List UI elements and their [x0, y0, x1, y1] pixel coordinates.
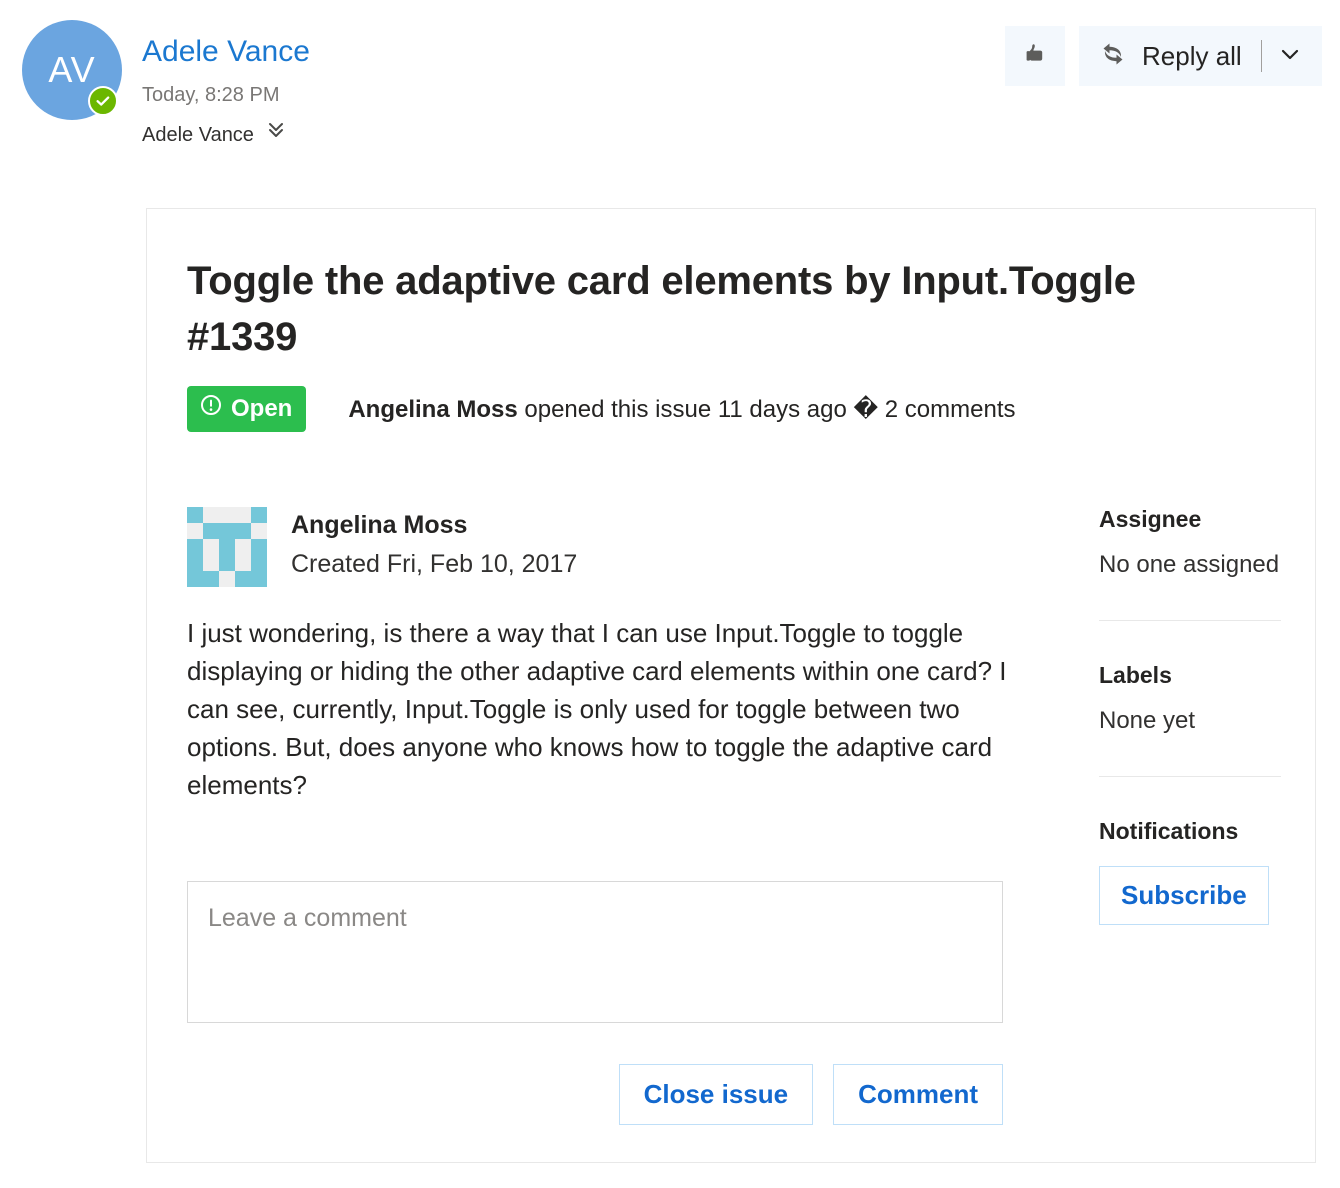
sidebar-section-notifications: Notifications Subscribe	[1099, 816, 1281, 925]
issue-meta-row: Open Angelina Moss opened this issue 11 …	[187, 386, 1016, 432]
status-badge: Open	[187, 386, 307, 432]
subscribe-button[interactable]: Subscribe	[1099, 866, 1269, 925]
labels-value: None yet	[1099, 707, 1196, 734]
email-header: AV Adele Vance Today, 8:28 PM Adele Vanc…	[0, 0, 1340, 170]
sidebar-section-assignee: Assignee No one assigned	[1099, 504, 1281, 581]
issue-sidebar: Assignee No one assigned Labels None yet…	[1099, 504, 1281, 925]
close-issue-button[interactable]: Close issue	[618, 1064, 814, 1125]
comment-button[interactable]: Comment	[833, 1064, 1003, 1125]
sender-name[interactable]: Adele Vance	[142, 33, 310, 71]
reply-all-label: Reply all	[1142, 40, 1242, 71]
comment-body-text: I just wondering, is there a way that I …	[187, 618, 1007, 800]
identicon-avatar-icon	[187, 507, 267, 587]
issue-meta-text: Angelina Moss opened this issue 11 days …	[348, 394, 1015, 425]
issue-meta-action: opened this issue 11 days ago	[517, 395, 854, 423]
reply-all-button[interactable]: Reply all	[1079, 26, 1322, 86]
issue-meta-separator-glyph: �	[853, 394, 879, 423]
presence-available-icon	[88, 86, 118, 116]
issue-title: Toggle the adaptive card elements by Inp…	[187, 259, 1136, 359]
like-button[interactable]	[1005, 26, 1065, 86]
comment-created-date: Created Fri, Feb 10, 2017	[291, 550, 578, 578]
issue-meta-author: Angelina Moss	[348, 395, 518, 423]
issue-card: Toggle the adaptive card elements by Inp…	[146, 208, 1316, 1163]
issue-action-row: Close issue Comment	[618, 1064, 1003, 1125]
assignee-heading: Assignee	[1099, 506, 1202, 532]
comment-author: Angelina Moss	[291, 511, 468, 539]
sent-timestamp: Today, 8:28 PM	[142, 84, 280, 106]
sidebar-divider	[1099, 620, 1281, 621]
comment-input[interactable]	[187, 881, 1003, 1023]
reply-all-icon	[1097, 38, 1129, 75]
issue-open-circle-icon	[199, 393, 223, 424]
issue-meta-comments: 2 comments	[878, 395, 1016, 423]
thumbs-up-icon	[1021, 40, 1049, 73]
double-chevron-down-icon[interactable]	[266, 119, 286, 150]
chevron-down-icon[interactable]	[1278, 42, 1302, 71]
recipients-label: Adele Vance	[142, 123, 254, 146]
comment-author-block: Angelina Moss Created Fri, Feb 10, 2017	[291, 507, 577, 582]
sidebar-section-labels: Labels None yet	[1099, 660, 1281, 737]
toolbar-divider	[1260, 40, 1262, 72]
status-badge-label: Open	[231, 394, 293, 422]
labels-heading: Labels	[1099, 662, 1172, 688]
recipients-row[interactable]: Adele Vance	[142, 119, 286, 150]
sidebar-divider	[1099, 776, 1281, 777]
comment-header: Angelina Moss Created Fri, Feb 10, 2017	[187, 507, 577, 587]
assignee-value: No one assigned	[1099, 551, 1280, 578]
avatar: AV	[22, 20, 126, 124]
notifications-heading: Notifications	[1099, 818, 1239, 844]
